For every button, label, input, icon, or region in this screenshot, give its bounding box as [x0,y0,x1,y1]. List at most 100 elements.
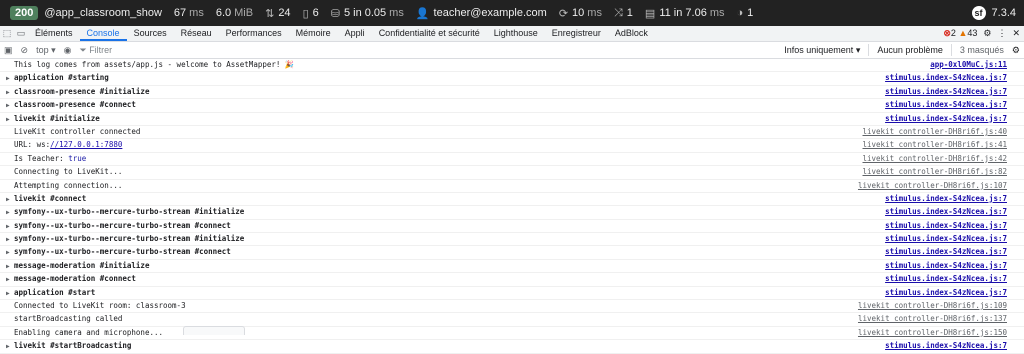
log-source-link[interactable]: livekit_controller-DH8ri6f.js:109 [858,300,1007,312]
tab-memory[interactable]: Mémoire [289,26,338,41]
log-source-link[interactable]: stimulus.index-S4zNcea.js:7 [885,340,1007,352]
device-toolbar-icon[interactable]: ▭ [14,28,28,39]
render-unit: ms [709,7,725,19]
close-icon[interactable]: ✕ [1012,28,1020,39]
settings-gear-icon[interactable]: ⚙ [983,28,991,39]
route-name[interactable]: @app_classroom_show [44,7,162,19]
filter-input[interactable]: ⏷ Filtrer [79,45,112,56]
tab-network[interactable]: Réseau [174,26,219,41]
tab-recorder[interactable]: Enregistreur [545,26,608,41]
console-toolbar: ▣ ⊘ top ▾ ◉ ⏷ Filtrer Infos uniquement ▾… [0,42,1024,59]
status-badge[interactable]: 200 [10,6,39,20]
more-options-icon[interactable]: ⋮ [997,28,1006,39]
log-source-link[interactable]: livekit_controller-DH8ri6f.js:42 [863,153,1008,165]
expand-triangle-icon[interactable]: ▶ [6,100,14,112]
log-source-link[interactable]: stimulus.index-S4zNcea.js:7 [885,193,1007,205]
console-group-row[interactable]: ▶ message-moderation #connect stimulus.ind… [0,273,1024,287]
expand-triangle-icon[interactable]: ▶ [6,288,14,300]
tab-lighthouse[interactable]: Lighthouse [487,26,545,41]
log-source-link[interactable]: stimulus.index-S4zNcea.js:7 [885,113,1007,125]
log-source-link[interactable]: livekit_controller-DH8ri6f.js:82 [863,166,1008,178]
log-source-link[interactable]: stimulus.index-S4zNcea.js:7 [885,220,1007,232]
expand-triangle-icon[interactable]: ▶ [6,87,14,99]
expand-triangle-icon[interactable]: ▶ [6,114,14,126]
log-source-link[interactable]: stimulus.index-S4zNcea.js:7 [885,246,1007,258]
log-source-link[interactable]: livekit_controller-DH8ri6f.js:150 [858,327,1007,339]
tab-console[interactable]: Console [79,26,127,41]
expand-triangle-icon[interactable]: ▶ [6,73,14,85]
twig-count: 1 [626,7,633,19]
clear-console-icon[interactable]: ⊘ [17,45,33,56]
console-right-controls: Infos uniquement ▾ Aucun problème 3 masq… [784,42,1020,58]
log-source-link[interactable]: stimulus.index-S4zNcea.js:7 [885,99,1007,111]
arrows-icon: ⇅ [265,7,275,20]
console-log-row: LiveKit controller connected livekit_cont… [0,126,1024,140]
tab-sources[interactable]: Sources [127,26,174,41]
events-item[interactable]: ⟳ 10 ms [553,0,608,26]
console-group-row[interactable]: ▶ application #starting stimulus.index-S4z… [0,72,1024,86]
console-group-row[interactable]: ▶ livekit #connect stimulus.index-S4zNcea.… [0,193,1024,207]
tab-performance[interactable]: Performances [219,26,289,41]
console-group-row[interactable]: ▶ livekit #startBroadcasting stimulus.inde… [0,340,1024,354]
log-source-link[interactable]: stimulus.index-S4zNcea.js:7 [885,260,1007,272]
log-levels-dropdown[interactable]: Infos uniquement ▾ [784,45,860,56]
expand-triangle-icon[interactable]: ▶ [6,207,14,219]
tab-privacy-security[interactable]: Confidentialité et sécurité [372,26,487,41]
log-source-link[interactable]: livekit_controller-DH8ri6f.js:107 [858,180,1007,192]
user-item[interactable]: 👤 teacher@example.com [410,0,553,26]
log-source-link[interactable]: livekit_controller-DH8ri6f.js:40 [863,126,1008,138]
console-group-row[interactable]: ▶ classroom-presence #initialize stimulus.… [0,86,1024,100]
render-item[interactable]: ▤ 11 in 7.06 ms [639,0,731,26]
inspect-element-icon[interactable]: ⬚ [0,28,14,39]
log-source-link[interactable]: stimulus.index-S4zNcea.js:7 [885,287,1007,299]
context-selector[interactable]: top ▾ [32,45,60,56]
expand-triangle-icon[interactable]: ▶ [6,261,14,273]
console-group-row[interactable]: ▶ symfony--ux-turbo--mercure-turbo-stream… [0,220,1024,234]
console-group-row[interactable]: ▶ symfony--ux-turbo--mercure-turbo-stream… [0,233,1024,247]
forms-item[interactable]: ⇅ 24 [259,0,296,26]
log-source-link[interactable]: livekit_controller-DH8ri6f.js:41 [863,139,1008,151]
cache-item[interactable]: ▯ 6 [297,0,325,26]
log-message: Attempting connection... [14,180,123,190]
expand-triangle-icon[interactable]: ▶ [6,247,14,259]
sidebar-toggle-icon[interactable]: ▣ [0,45,17,56]
expand-triangle-icon[interactable]: ▶ [6,221,14,233]
console-group-row[interactable]: ▶ symfony--ux-turbo--mercure-turbo-stream… [0,246,1024,260]
memory-item[interactable]: 6.0 MiB [210,0,259,26]
log-message: message-moderation #connect [14,274,136,284]
log-source-link[interactable]: stimulus.index-S4zNcea.js:7 [885,86,1007,98]
logs-item[interactable]: ◑ 1 [731,0,760,26]
twig-item[interactable]: ⤨ 1 [608,0,639,26]
console-group-row[interactable]: ▶ application #start stimulus.index-S4zNce… [0,287,1024,301]
tab-elements[interactable]: Éléments [28,26,80,41]
log-source-link[interactable]: stimulus.index-S4zNcea.js:7 [885,233,1007,245]
log-message: Enabling camera and microphone... [14,327,164,337]
log-source-link[interactable]: stimulus.index-S4zNcea.js:7 [885,206,1007,218]
log-source-link[interactable]: stimulus.index-S4zNcea.js:7 [885,72,1007,84]
log-message: URL: ws: [14,140,51,150]
status-badge-item[interactable]: 200 @app_classroom_show [0,0,168,26]
console-group-row[interactable]: ▶ message-moderation #initialize stimulus.… [0,260,1024,274]
console-group-row[interactable]: ▶ classroom-presence #connect stimulus.ind… [0,99,1024,113]
log-message: message-moderation #initialize [14,260,150,270]
live-expression-eye-icon[interactable]: ◉ [60,45,76,56]
log-source-link[interactable]: stimulus.index-S4zNcea.js:7 [885,273,1007,285]
console-group-row[interactable]: ▶ livekit #initialize stimulus.index-S4zNc… [0,113,1024,126]
expand-triangle-icon[interactable]: ▶ [6,194,14,206]
console-settings-gear-icon[interactable]: ⚙ [1012,45,1020,56]
version-item[interactable]: sf 7.3.4 [971,0,1016,26]
tab-adblock[interactable]: AdBlock [608,26,655,41]
issue-counter[interactable]: ⊗2 ▲43 [943,28,977,39]
log-url-link[interactable]: //127.0.0.1:7880 [50,140,122,149]
issues-button[interactable]: Aucun problème [877,45,943,55]
tab-application[interactable]: Appli [338,26,372,41]
console-group-row[interactable]: ▶ symfony--ux-turbo--mercure-turbo-stream… [0,206,1024,220]
expand-triangle-icon[interactable]: ▶ [6,341,14,353]
expand-triangle-icon[interactable]: ▶ [6,274,14,286]
db-item[interactable]: ⛁ 5 in 0.05 ms [325,0,410,26]
log-source-link[interactable]: livekit_controller-DH8ri6f.js:137 [858,313,1007,325]
log-message: symfony--ux-turbo--mercure-turbo-stream … [14,207,245,217]
log-source-link[interactable]: app-0xl0MuC.js:11 [930,59,1007,71]
time-item[interactable]: 67 ms [168,0,210,26]
expand-triangle-icon[interactable]: ▶ [6,234,14,246]
